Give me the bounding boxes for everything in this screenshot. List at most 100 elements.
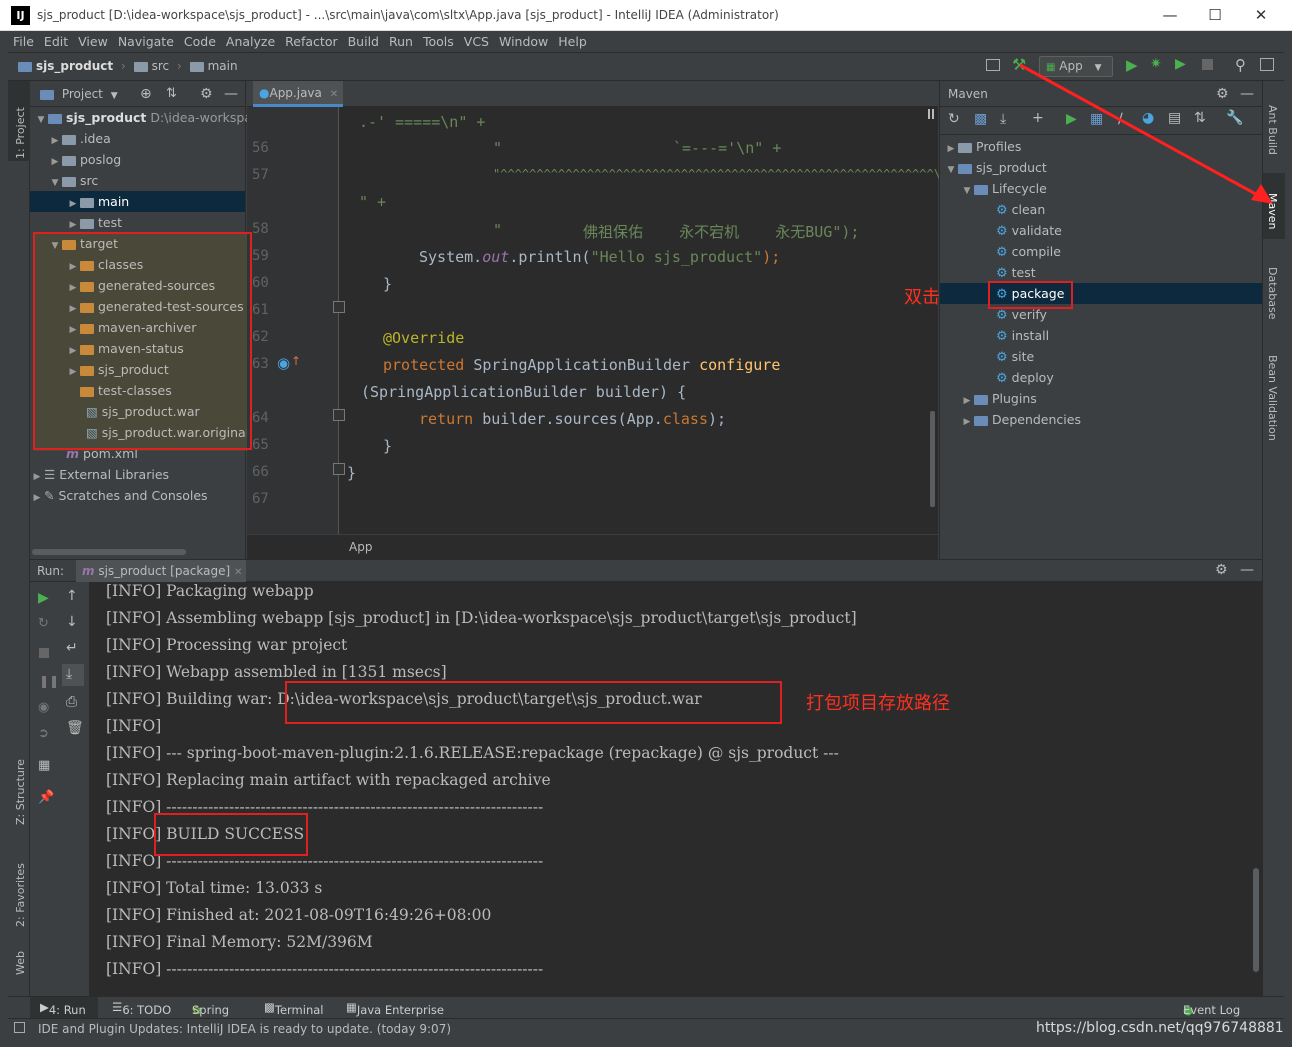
code-line[interactable]: " + (359, 193, 386, 211)
code-line[interactable]: `=---='\n" + (673, 139, 781, 157)
menu-window[interactable]: Window (494, 31, 553, 53)
tree-item-poslog[interactable]: ▶ poslog (48, 149, 122, 170)
code-line[interactable]: "^^^^^^^^^^^^^^^^^^^^^^^^^^^^^^^^^^^^^^^… (493, 167, 948, 181)
code-line[interactable]: } (383, 437, 392, 455)
print-icon[interactable]: ⎙ (66, 694, 77, 710)
breadcrumb-main[interactable]: main (208, 59, 238, 73)
maven-plugins[interactable]: ▶ Plugins (960, 388, 1037, 409)
gear-icon[interactable]: ⚙ (1215, 562, 1228, 578)
menu-navigate[interactable]: Navigate (113, 31, 179, 53)
code-line[interactable]: } (347, 464, 356, 482)
menu-help[interactable]: Help (553, 31, 592, 53)
tree-item-external-libraries[interactable]: ▶ ☰ External Libraries (30, 464, 170, 485)
tree-item-src[interactable]: ▼ src (48, 170, 99, 191)
menu-code[interactable]: Code (179, 31, 221, 53)
code-line[interactable]: 佛祖保佑 永不宕机 永无BUG"); (583, 221, 859, 242)
window-layout-icon[interactable] (986, 59, 1000, 71)
layout-icon[interactable]: ▦ (38, 758, 50, 773)
vertical-scrollbar[interactable] (930, 411, 935, 507)
menu-refactor[interactable]: Refactor (280, 31, 342, 53)
export-icon[interactable]: ➲ (38, 726, 49, 741)
run-tab[interactable]: m sjs_product [package] ✕ (76, 560, 246, 582)
menu-build[interactable]: Build (343, 31, 384, 53)
code-line[interactable]: " (493, 139, 502, 157)
tree-item-idea[interactable]: ▶ .idea (48, 128, 111, 149)
fold-icon[interactable] (333, 301, 345, 313)
console-scrollbar[interactable] (1253, 868, 1259, 972)
java-enterprise-tool-tab[interactable]: ▦ Java Enterprise (346, 1000, 444, 1017)
structure-tool-tab[interactable]: Z: Structure (14, 759, 27, 825)
pause-icon[interactable]: ❚❚ (39, 674, 59, 688)
terminal-tool-tab[interactable]: ▩ Terminal (264, 1000, 323, 1017)
maximize-button[interactable]: ☐ (1201, 4, 1229, 26)
fold-icon[interactable] (333, 409, 345, 421)
code-line[interactable]: System.out.println("Hello sjs_product"); (419, 248, 780, 266)
arrow-up-icon[interactable]: ↑ (66, 588, 78, 604)
override-marker-icon[interactable]: ◉ (277, 354, 290, 372)
pin-icon[interactable]: 📌 (38, 790, 54, 805)
breadcrumb-src[interactable]: src (152, 59, 170, 73)
locate-icon[interactable]: ⊕ (140, 81, 152, 107)
run-tool-tab[interactable]: ▶ 4: Run (40, 1000, 86, 1017)
code-line[interactable]: " (493, 221, 502, 239)
maven-goal-install[interactable]: ⚙ install (996, 325, 1049, 346)
menu-run[interactable]: Run (384, 31, 418, 53)
tree-item-main[interactable]: ▶ main (30, 191, 245, 212)
menu-view[interactable]: View (73, 31, 113, 53)
bean-validation-tool-tab[interactable]: Bean Validation (1266, 355, 1279, 441)
arrow-down-icon[interactable]: ↓ (66, 614, 78, 630)
trash-icon[interactable]: 🗑 (66, 720, 84, 736)
generate-sources-icon[interactable]: ▩ (974, 111, 987, 127)
menu-vcs[interactable]: VCS (459, 31, 494, 53)
soft-wrap-icon[interactable]: ↵ (66, 640, 78, 656)
tab-app-java[interactable]: ●App.java ✕ (253, 81, 343, 107)
horizontal-scrollbar[interactable] (32, 549, 186, 555)
stop-icon[interactable] (39, 648, 49, 658)
code-line[interactable]: } (383, 275, 392, 293)
code-line[interactable]: (SpringApplicationBuilder builder) { (361, 383, 686, 401)
code-line[interactable]: return builder.sources(App.class); (419, 410, 726, 428)
collapse-icon[interactable]: ⇅ (166, 81, 177, 107)
editor-breadcrumb[interactable]: App (247, 534, 938, 559)
close-tab-icon[interactable]: ✕ (330, 89, 338, 100)
rerun-icon[interactable]: ▶ (38, 590, 49, 606)
maven-dependencies[interactable]: ▶ Dependencies (960, 409, 1081, 430)
menu-analyze[interactable]: Analyze (221, 31, 280, 53)
code-line[interactable]: @Override (383, 329, 464, 347)
database-tool-tab[interactable]: Database (1266, 267, 1279, 320)
close-tab-icon[interactable]: ✕ (234, 567, 242, 578)
camera-icon[interactable]: ◉ (38, 700, 49, 715)
status-icon[interactable] (14, 1022, 25, 1033)
maven-goal-validate[interactable]: ⚙ validate (996, 220, 1062, 241)
chevron-down-icon[interactable]: ▼ (111, 91, 118, 101)
maven-goal-deploy[interactable]: ⚙ deploy (996, 367, 1054, 388)
favorites-tool-tab[interactable]: 2: Favorites (14, 863, 27, 927)
maven-goal-site[interactable]: ⚙ site (996, 346, 1034, 367)
close-button[interactable]: ✕ (1247, 4, 1275, 26)
fold-icon[interactable] (333, 463, 345, 475)
menu-tools[interactable]: Tools (418, 31, 459, 53)
code-line[interactable]: protected SpringApplicationBuilder confi… (383, 356, 780, 374)
scroll-to-end-icon[interactable]: ⤓ (66, 666, 72, 682)
code-line[interactable]: .-' =====\n" + (359, 113, 485, 131)
download-icon[interactable]: ⤓ (1000, 111, 1006, 127)
breadcrumb-project[interactable]: sjs_product (36, 59, 113, 73)
maven-profiles[interactable]: ▶ Profiles (944, 136, 1022, 157)
web-tool-tab[interactable]: Web (14, 951, 27, 975)
tree-item-root[interactable]: ▼ sjs_product D:\idea-workspace\sjs_produ… (34, 107, 342, 128)
maven-goal-compile[interactable]: ⚙ compile (996, 241, 1061, 262)
project-tool-tab[interactable]: 1: Project (14, 107, 27, 159)
hide-icon[interactable]: — (1240, 562, 1254, 578)
menu-file[interactable]: File (8, 31, 39, 53)
tree-item-test[interactable]: ▶ test (66, 212, 122, 233)
rerun-failed-icon[interactable]: ↻ (38, 616, 49, 631)
reload-icon[interactable]: ↻ (948, 111, 960, 127)
status-message[interactable]: IDE and Plugin Updates: IntelliJ IDEA is… (38, 1022, 451, 1036)
menu-edit[interactable]: Edit (39, 31, 73, 53)
todo-tool-tab[interactable]: ☰ 6: TODO (112, 1000, 171, 1017)
hide-icon[interactable]: — (224, 81, 238, 107)
minimize-button[interactable]: — (1156, 4, 1184, 26)
maven-goal-test[interactable]: ⚙ test (996, 262, 1036, 283)
tree-item-scratches[interactable]: ▶ ✎ Scratches and Consoles (30, 485, 208, 506)
gear-icon[interactable]: ⚙ (200, 81, 213, 107)
